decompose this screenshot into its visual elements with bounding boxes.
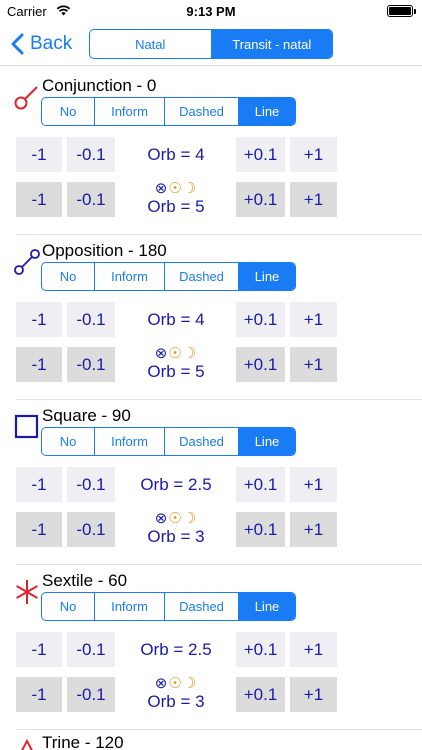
back-label: Back [30, 33, 73, 54]
decrease-0.1-button[interactable]: -0.1 [67, 512, 115, 547]
style-option-inform[interactable]: Inform [94, 593, 164, 620]
decrease-0.1-button[interactable]: -0.1 [67, 632, 115, 667]
aspect-title: Opposition - 180 [42, 241, 167, 260]
planet-orb-row: -1 -0.1 ⊗☉☽ Orb = 5 +0.1 +1 [0, 345, 422, 385]
line-style-segmented-control: No Inform Dashed Line [41, 427, 296, 456]
style-option-inform[interactable]: Inform [94, 263, 164, 290]
style-option-dashed[interactable]: Dashed [164, 428, 238, 455]
line-style-segmented-control: No Inform Dashed Line [41, 97, 296, 126]
planet-orb-row: -1 -0.1 ⊗☉☽ Orb = 3 +0.1 +1 [0, 675, 422, 715]
aspect-title: Conjunction - 0 [42, 76, 157, 95]
increase-0.1-button[interactable]: +0.1 [236, 677, 285, 712]
aspect-title: Trine - 120 [42, 733, 124, 750]
planet-symbols: ⊗☉☽ [154, 510, 198, 527]
aspect-section-square: Square - 90 No Inform Dashed Line -1 -0.… [0, 400, 422, 565]
style-option-line[interactable]: Line [238, 98, 295, 125]
planet-orb-value: ⊗☉☽ Orb = 5 [120, 180, 232, 220]
orb-value: Orb = 2.5 [140, 639, 212, 659]
orb-row: -1 -0.1 Orb = 4 +0.1 +1 [0, 302, 422, 337]
decrease-0.1-button[interactable]: -0.1 [67, 677, 115, 712]
planet-symbols: ⊗☉☽ [154, 180, 198, 197]
segment-natal[interactable]: Natal [90, 30, 211, 58]
decrease-0.1-button[interactable]: -0.1 [67, 137, 115, 172]
orb-row: -1 -0.1 Orb = 2.5 +0.1 +1 [0, 467, 422, 502]
increase-1-button[interactable]: +1 [290, 512, 337, 547]
aspect-title: Square - 90 [42, 406, 131, 425]
decrease-1-button[interactable]: -1 [16, 347, 62, 382]
style-option-inform[interactable]: Inform [94, 98, 164, 125]
decrease-1-button[interactable]: -1 [16, 182, 62, 217]
planet-orb-value: ⊗☉☽ Orb = 5 [120, 345, 232, 385]
increase-0.1-button[interactable]: +0.1 [236, 632, 285, 667]
increase-0.1-button[interactable]: +0.1 [236, 467, 285, 502]
aspect-section-opposition: Opposition - 180 No Inform Dashed Line -… [0, 235, 422, 400]
decrease-0.1-button[interactable]: -0.1 [67, 347, 115, 382]
planet-orb-value: ⊗☉☽ Orb = 3 [120, 510, 232, 550]
decrease-1-button[interactable]: -1 [16, 512, 62, 547]
decrease-1-button[interactable]: -1 [16, 467, 62, 502]
line-style-segmented-control: No Inform Dashed Line [41, 262, 296, 291]
trine-icon [21, 738, 33, 750]
planet-orb-value: ⊗☉☽ Orb = 3 [120, 675, 232, 715]
increase-1-button[interactable]: +1 [290, 347, 337, 382]
battery-icon [387, 5, 416, 17]
clock: 9:13 PM [186, 4, 236, 19]
decrease-1-button[interactable]: -1 [16, 302, 62, 337]
increase-0.1-button[interactable]: +0.1 [236, 137, 285, 172]
style-option-line[interactable]: Line [238, 593, 295, 620]
style-option-no[interactable]: No [42, 428, 94, 455]
increase-0.1-button[interactable]: +0.1 [236, 182, 285, 217]
status-bar: Carrier 9:13 PM [0, 0, 422, 22]
increase-1-button[interactable]: +1 [290, 467, 337, 502]
orb-value: Orb = 4 [147, 144, 205, 164]
decrease-1-button[interactable]: -1 [16, 632, 62, 667]
chart-mode-segmented-control: Natal Transit - natal [89, 29, 333, 59]
chevron-left-icon [11, 33, 24, 55]
increase-0.1-button[interactable]: +0.1 [236, 302, 285, 337]
navigation-bar: Back Natal Transit - natal [0, 22, 422, 66]
aspect-section-trine: Trine - 120 [0, 730, 422, 750]
increase-0.1-button[interactable]: +0.1 [236, 347, 285, 382]
line-style-segmented-control: No Inform Dashed Line [41, 592, 296, 621]
increase-1-button[interactable]: +1 [290, 632, 337, 667]
increase-0.1-button[interactable]: +0.1 [236, 512, 285, 547]
increase-1-button[interactable]: +1 [290, 182, 337, 217]
style-option-line[interactable]: Line [238, 263, 295, 290]
orb-row: -1 -0.1 Orb = 2.5 +0.1 +1 [0, 632, 422, 667]
decrease-0.1-button[interactable]: -0.1 [67, 302, 115, 337]
aspect-section-conjunction: Conjunction - 0 No Inform Dashed Line -1… [0, 70, 422, 235]
planet-symbols: ⊗☉☽ [154, 675, 198, 692]
aspect-section-sextile: Sextile - 60 No Inform Dashed Line -1 -0… [0, 565, 422, 730]
planet-symbols: ⊗☉☽ [154, 345, 198, 362]
opposition-icon [14, 249, 40, 275]
increase-1-button[interactable]: +1 [290, 677, 337, 712]
orb-value: Orb = 4 [147, 309, 205, 329]
conjunction-icon [14, 86, 38, 110]
orb-value: Orb = 2.5 [140, 474, 212, 494]
decrease-0.1-button[interactable]: -0.1 [67, 467, 115, 502]
planet-orb-row: -1 -0.1 ⊗☉☽ Orb = 3 +0.1 +1 [0, 510, 422, 550]
style-option-line[interactable]: Line [238, 428, 295, 455]
back-button[interactable]: Back [10, 31, 72, 57]
style-option-dashed[interactable]: Dashed [164, 593, 238, 620]
decrease-1-button[interactable]: -1 [16, 677, 62, 712]
increase-1-button[interactable]: +1 [290, 137, 337, 172]
decrease-0.1-button[interactable]: -0.1 [67, 182, 115, 217]
segment-transit-natal[interactable]: Transit - natal [210, 30, 332, 58]
aspect-title: Sextile - 60 [42, 571, 128, 590]
square-icon [14, 414, 39, 439]
decrease-1-button[interactable]: -1 [16, 137, 62, 172]
style-option-no[interactable]: No [42, 263, 94, 290]
increase-1-button[interactable]: +1 [290, 302, 337, 337]
sextile-icon [16, 580, 38, 604]
orb-row: -1 -0.1 Orb = 4 +0.1 +1 [0, 137, 422, 172]
style-option-no[interactable]: No [42, 98, 94, 125]
planet-orb-row: -1 -0.1 ⊗☉☽ Orb = 5 +0.1 +1 [0, 180, 422, 220]
style-option-dashed[interactable]: Dashed [164, 98, 238, 125]
style-option-inform[interactable]: Inform [94, 428, 164, 455]
style-option-no[interactable]: No [42, 593, 94, 620]
style-option-dashed[interactable]: Dashed [164, 263, 238, 290]
